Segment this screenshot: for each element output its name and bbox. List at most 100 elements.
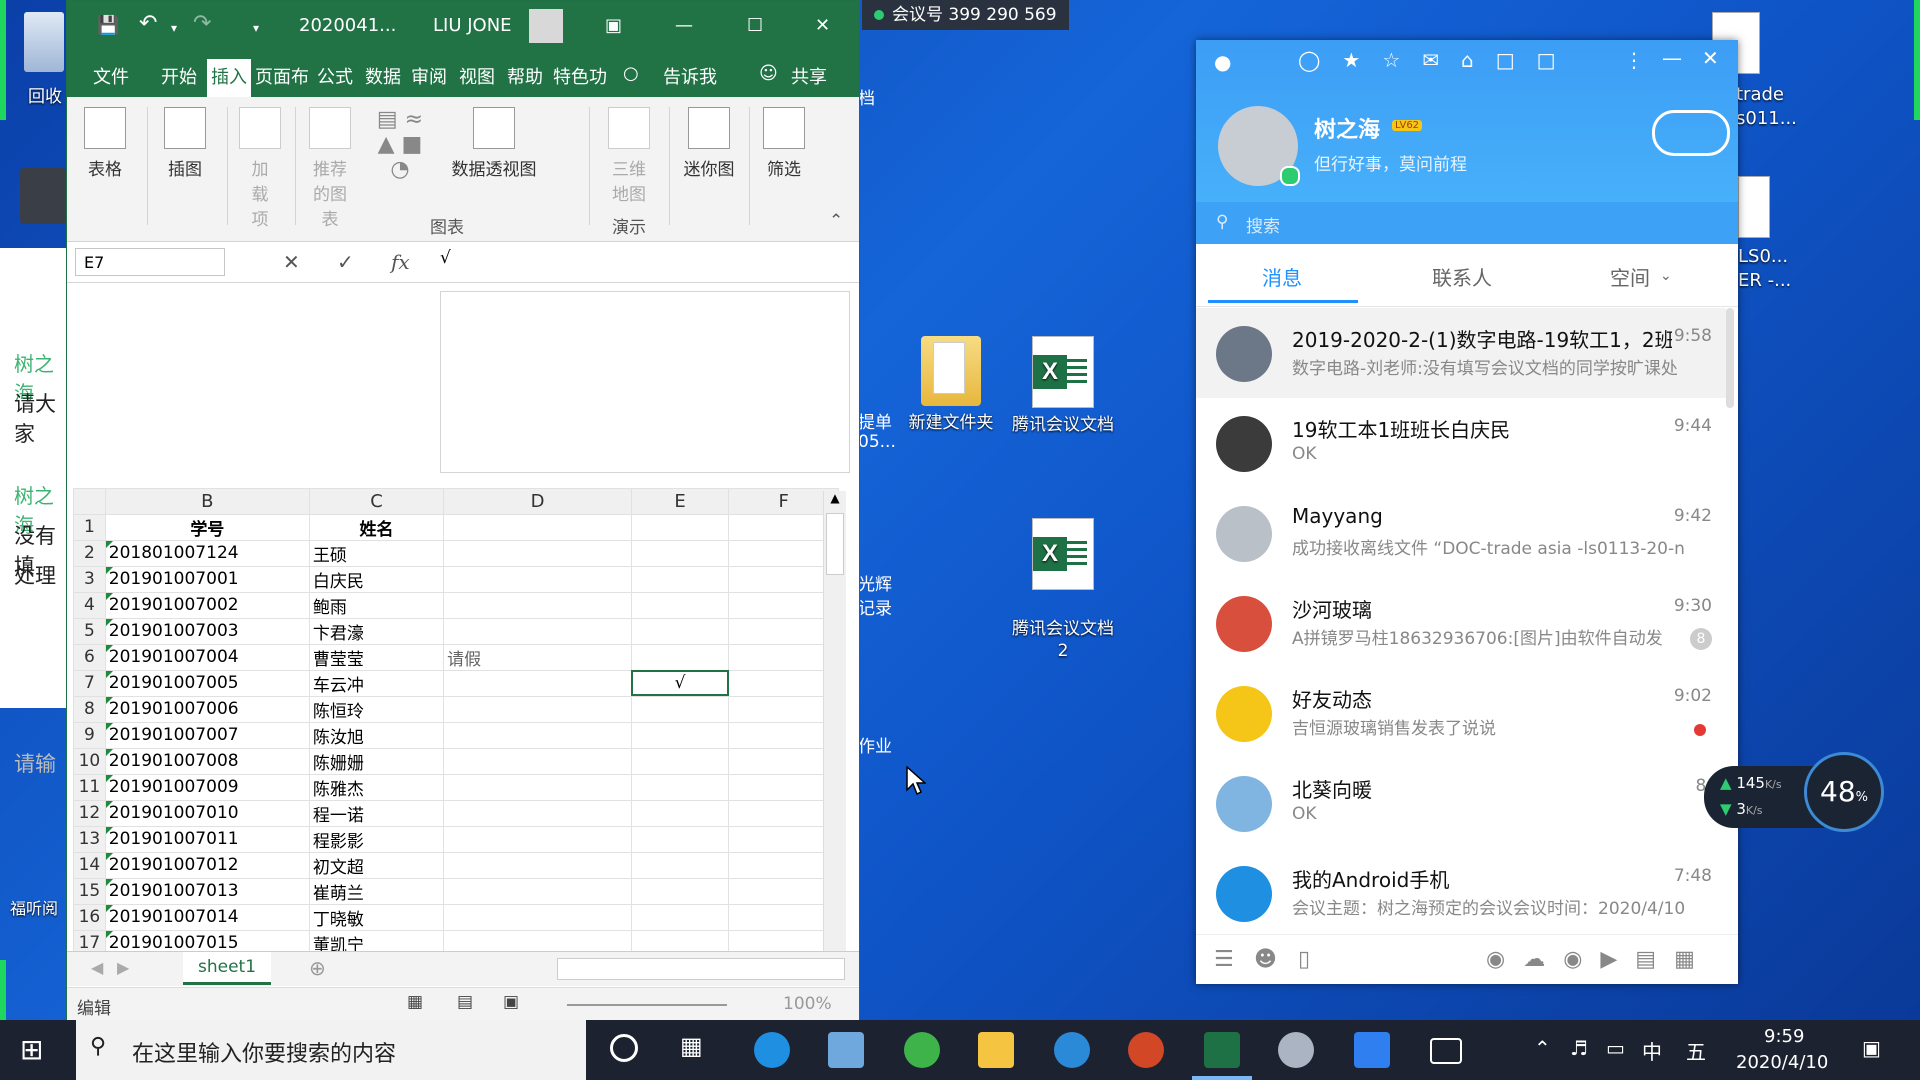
menu-insert[interactable]: 插入 [207, 59, 251, 99]
column-header-b[interactable]: B [104, 488, 310, 515]
conversation-item[interactable]: 2019-2020-2-(1)数字电路-19软工1，2班 数字电路-刘老师:没有填… [1196, 308, 1726, 398]
zoom-slider[interactable] [567, 1004, 727, 1006]
cell-c[interactable]: 陈汝旭 [308, 721, 445, 749]
conversation-item[interactable]: 我的Android手机 会议主题：树之海预定的会议会议时间：2020/4/10 7:… [1196, 848, 1726, 934]
insert-function-icon[interactable]: fx [391, 250, 410, 274]
cell-e[interactable] [630, 799, 730, 827]
cell-e[interactable] [630, 825, 730, 853]
row-header[interactable]: 5 [73, 617, 106, 645]
save-icon[interactable]: 💾 [97, 15, 119, 36]
cell-b[interactable]: 学号 [104, 513, 310, 541]
cell-d[interactable] [443, 799, 632, 827]
redo-icon[interactable]: ↷ [193, 11, 211, 36]
video-camera-icon[interactable] [1430, 1038, 1462, 1064]
qq-search-input[interactable]: 搜索 [1246, 212, 1280, 237]
row-header[interactable]: 1 [73, 513, 106, 541]
cell-e[interactable] [630, 591, 730, 619]
qq-bell-icon[interactable]: ● [1214, 50, 1231, 74]
cancel-icon[interactable]: ✕ [283, 250, 300, 274]
cell-d[interactable] [443, 825, 632, 853]
menu-review[interactable]: 审阅 [411, 63, 447, 89]
cortana-icon[interactable] [610, 1034, 638, 1062]
meeting-app-icon[interactable] [1354, 1032, 1390, 1068]
row-header[interactable]: 16 [73, 903, 106, 931]
cell-d[interactable] [443, 669, 632, 697]
cell-d[interactable] [443, 565, 632, 593]
cell-c[interactable]: 王硕 [308, 539, 445, 567]
page-layout-view-icon[interactable]: ▤ [457, 992, 473, 1012]
add-sheet-icon[interactable]: ⊕ [309, 956, 326, 980]
cell-b[interactable]: 201901007005 [104, 669, 310, 697]
menu-home[interactable]: 开始 [161, 63, 197, 89]
undo-icon[interactable]: ↶ [139, 11, 157, 36]
excel-icon[interactable] [1204, 1032, 1240, 1068]
user-avatar[interactable] [529, 9, 563, 43]
qq-more-icon[interactable]: ⋮ [1624, 48, 1644, 72]
cell-d[interactable] [443, 617, 632, 645]
row-header[interactable]: 14 [73, 851, 106, 879]
column-header-c[interactable]: C [308, 488, 445, 515]
cell-c[interactable]: 程影影 [308, 825, 445, 853]
enter-icon[interactable]: ✓ [337, 250, 354, 274]
row-header[interactable]: 6 [73, 643, 106, 671]
row-header[interactable]: 9 [73, 721, 106, 749]
cell-e[interactable] [630, 565, 730, 593]
conversation-item[interactable]: 好友动态 吉恒源玻璃销售发表了说说 9:02 [1196, 668, 1726, 758]
row-header[interactable]: 4 [73, 591, 106, 619]
cell-c[interactable]: 卞君濠 [308, 617, 445, 645]
cell-e[interactable] [630, 617, 730, 645]
cell-c[interactable]: 鲍雨 [308, 591, 445, 619]
cell-c[interactable]: 崔萌兰 [308, 877, 445, 905]
cell-e[interactable] [630, 643, 730, 671]
column-header-d[interactable]: D [443, 488, 632, 515]
conversation-item[interactable]: 19软工本1班班长白庆民 OK 9:44 [1196, 398, 1726, 488]
tell-me[interactable]: 告诉我 [663, 63, 717, 89]
cell-b[interactable]: 201901007012 [104, 851, 310, 879]
ribbon-3d-map-button[interactable]: 三维地图 [597, 107, 661, 205]
qq-search-bar[interactable]: ⚲ 搜索 [1196, 202, 1738, 244]
normal-view-icon[interactable]: ▦ [407, 992, 423, 1012]
tab-space[interactable]: 空间 [1610, 262, 1650, 291]
internet-explorer-icon[interactable] [1054, 1032, 1090, 1068]
menu-data[interactable]: 数据 [365, 63, 401, 89]
cell-c[interactable]: 丁晓敏 [308, 903, 445, 931]
cell-d[interactable]: 请假 [443, 643, 632, 671]
cell-c[interactable]: 陈恒玲 [308, 695, 445, 723]
ribbon-addins-button[interactable]: 加载项 [235, 107, 285, 230]
qq-nickname[interactable]: 树之海 [1314, 112, 1380, 144]
file-explorer-icon[interactable] [978, 1032, 1014, 1068]
start-button[interactable]: ⊞ [20, 1034, 43, 1066]
name-box[interactable]: E7 [75, 248, 225, 276]
collapse-ribbon-icon[interactable]: ⌃ [829, 211, 843, 231]
cell-e[interactable] [630, 539, 730, 567]
powerpoint-icon[interactable] [1128, 1032, 1164, 1068]
desktop-icon-meeting-doc[interactable]: X 腾讯会议文档 [1008, 336, 1118, 436]
task-view-icon[interactable]: ▦ [680, 1032, 703, 1060]
ribbon-recommended-charts-button[interactable]: 推荐的图表 [303, 107, 357, 230]
sheet-prev-icon[interactable]: ◀ [91, 958, 103, 977]
cell-b[interactable]: 201901007014 [104, 903, 310, 931]
close-button[interactable]: ✕ [815, 15, 830, 36]
user-name[interactable]: LIU JONE [433, 15, 512, 36]
cell-e[interactable] [630, 773, 730, 801]
cell-b[interactable]: 201901007010 [104, 799, 310, 827]
spreadsheet-grid[interactable]: B C D E F 1 学号 姓名 2 201801007124 王硕 3 201901007… [73, 488, 839, 957]
cell-e[interactable] [630, 851, 730, 879]
cell-e[interactable] [630, 695, 730, 723]
conversation-item[interactable]: 沙河玻璃 A拼镜罗马柱18632936706:[图片]由软件自动发 9:30 8 [1196, 578, 1726, 668]
360-browser-icon[interactable] [904, 1032, 940, 1068]
qq-window[interactable]: ● ◯★☆✉⌂□□ ⋮ — ✕ 树之海 LV62 但行好事，莫问前程 ⚲ 搜索 … [1196, 40, 1738, 984]
excel-window[interactable]: 💾 ↶ ▾ ↷ ▾ 2020041... LIU JONE ▣ — ☐ ✕ 文件… [66, 0, 860, 1022]
desktop-icon-new-folder[interactable]: 新建文件夹 [896, 336, 1006, 434]
maximize-button[interactable]: ☐ [747, 15, 763, 36]
cell-c[interactable]: 陈雅杰 [308, 773, 445, 801]
ribbon-pivot-chart-button[interactable]: 数据透视图 [439, 107, 549, 180]
qq-browser-icon[interactable] [754, 1032, 790, 1068]
page-break-view-icon[interactable]: ▣ [503, 992, 519, 1012]
cell-b[interactable]: 201901007006 [104, 695, 310, 723]
network-speed-widget[interactable]: ▲ 145K/s ▼ 3K/s 48% [1704, 752, 1884, 838]
row-header[interactable]: 15 [73, 877, 106, 905]
ime-chinese[interactable]: 中 [1642, 1036, 1662, 1065]
menu-file[interactable]: 文件 [93, 63, 129, 89]
cell-e[interactable] [630, 747, 730, 775]
